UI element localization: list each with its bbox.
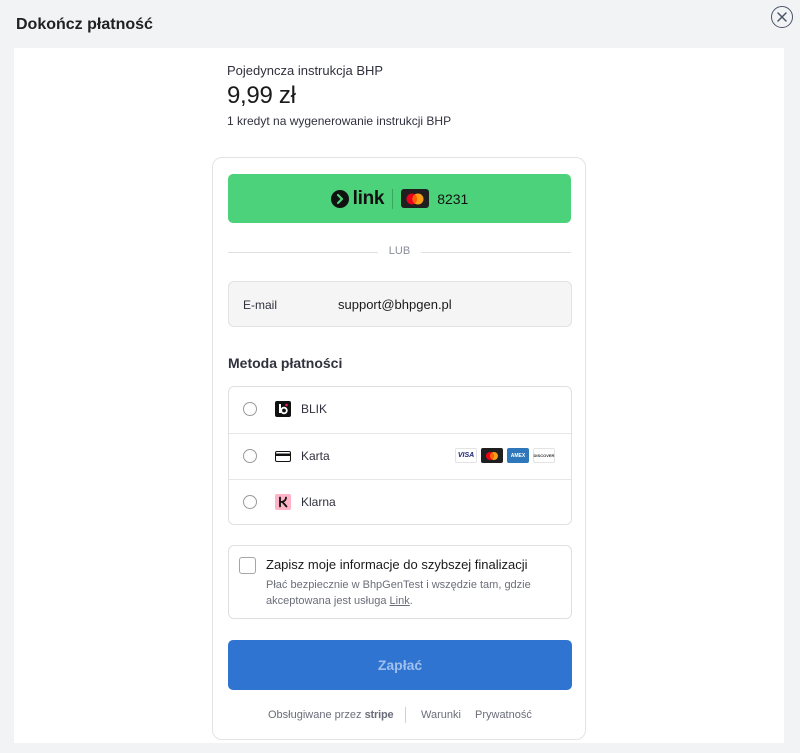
pay-button[interactable]: Zapłać	[228, 640, 572, 690]
email-field[interactable]: E-mail support@bhpgen.pl	[228, 281, 572, 327]
close-button[interactable]	[771, 6, 793, 28]
footer-separator	[405, 707, 406, 723]
email-value[interactable]: support@bhpgen.pl	[338, 297, 452, 312]
powered-by[interactable]: Obsługiwane przez stripe	[268, 709, 394, 721]
save-info-description: Płać bezpiecznie w BhpGenTest i wszędzie…	[266, 577, 562, 609]
visa-icon: VISA	[455, 448, 477, 463]
link-brand: link	[352, 187, 385, 209]
amex-icon: AMEX	[507, 448, 529, 463]
save-info-suffix: .	[409, 595, 413, 607]
radio-button[interactable]	[243, 402, 257, 416]
payment-method-list: BLIK Karta VISA AMEX DISCOVER Klarna	[228, 386, 572, 525]
close-icon[interactable]	[777, 12, 787, 22]
klarna-icon	[275, 494, 291, 510]
modal-title: Dokończ płatność	[16, 16, 153, 33]
card-brand-logos: VISA AMEX DISCOVER	[455, 448, 555, 463]
stripe-logo: stripe	[364, 709, 394, 721]
product-description: 1 kredyt na wygenerowanie instrukcji BHP	[227, 114, 452, 128]
link-info-link[interactable]: Link	[390, 595, 410, 607]
card-last4: 8231	[437, 190, 469, 207]
save-info-box: Zapisz moje informacje do szybszej final…	[228, 545, 572, 619]
link-pay-button[interactable]: link 8231	[228, 174, 571, 223]
card-icon	[275, 451, 291, 462]
or-divider: LUB	[228, 245, 571, 259]
payment-option-label: BLIK	[301, 402, 328, 416]
blik-icon	[275, 401, 291, 417]
link-separator	[392, 188, 394, 209]
divider-line	[421, 252, 571, 253]
terms-link[interactable]: Warunki	[421, 709, 461, 721]
product-name: Pojedyncza instrukcja BHP	[227, 63, 384, 78]
radio-button[interactable]	[243, 449, 257, 463]
payment-form: link 8231 LUB E-mail support@bhpgen.pl M…	[212, 157, 586, 740]
email-label: E-mail	[243, 298, 278, 312]
or-label: LUB	[388, 245, 411, 257]
payment-method-title: Metoda płatności	[228, 355, 343, 371]
link-logo: link	[330, 187, 385, 210]
link-arrow-icon	[330, 189, 349, 208]
footer: Obsługiwane przez stripe Warunki Prywatn…	[213, 707, 585, 723]
discover-icon: DISCOVER	[533, 448, 555, 463]
payment-option-label: Klarna	[301, 495, 336, 509]
payment-option-label: Karta	[301, 449, 330, 463]
payment-option-blik[interactable]: BLIK	[229, 387, 571, 433]
privacy-link[interactable]: Prywatność	[475, 709, 532, 721]
save-info-checkbox[interactable]	[239, 557, 256, 574]
payment-option-card[interactable]: Karta VISA AMEX DISCOVER	[229, 433, 571, 479]
powered-by-label: Obsługiwane przez	[268, 709, 362, 721]
save-info-title: Zapisz moje informacje do szybszej final…	[266, 557, 528, 572]
radio-button[interactable]	[243, 495, 257, 509]
mastercard-icon	[401, 189, 430, 208]
payment-option-klarna[interactable]: Klarna	[229, 479, 571, 525]
mastercard-icon	[481, 448, 503, 463]
product-price: 9,99 zł	[227, 82, 296, 109]
checkout-panel: Pojedyncza instrukcja BHP 9,99 zł 1 kred…	[14, 48, 784, 743]
